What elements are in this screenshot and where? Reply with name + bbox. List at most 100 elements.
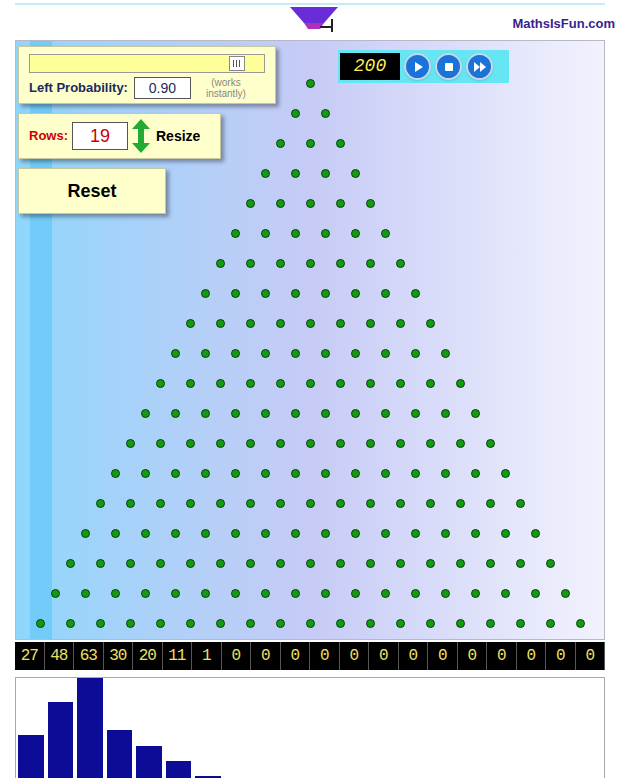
peg [36,619,45,628]
peg [381,589,390,598]
peg [381,469,390,478]
bin-count: 0 [310,642,340,670]
peg [321,409,330,418]
peg [381,349,390,358]
peg [516,559,525,568]
peg [366,559,375,568]
histogram-bar [18,735,44,778]
peg-row [141,409,480,418]
fast-forward-button[interactable] [466,53,493,80]
peg-row [231,229,390,238]
peg [336,199,345,208]
peg [381,289,390,298]
fast-forward-icon [473,61,487,73]
peg [366,439,375,448]
peg [486,439,495,448]
peg [336,319,345,328]
peg [201,289,210,298]
stop-button[interactable] [435,53,462,80]
peg [96,499,105,508]
quincunx-app: MathsIsFun.com Left Probability:0.90(work… [0,0,620,778]
peg [381,229,390,238]
peg [231,409,240,418]
peg [126,499,135,508]
peg [276,499,285,508]
peg [471,529,480,538]
slider-thumb[interactable] [229,56,245,71]
peg [471,469,480,478]
rows-label: Rows: [29,126,68,146]
play-icon [412,61,424,73]
peg [261,289,270,298]
peg-row [261,169,360,178]
peg [291,349,300,358]
peg [246,439,255,448]
peg-row [246,199,375,208]
probability-panel: Left Probability:0.90(works instantly) [18,46,276,104]
peg [171,589,180,598]
probability-input[interactable]: 0.90 [134,77,191,99]
peg [396,379,405,388]
peg [126,439,135,448]
peg [321,229,330,238]
peg [246,619,255,628]
peg [516,619,525,628]
peg [276,619,285,628]
peg [351,349,360,358]
peg [216,319,225,328]
peg [336,259,345,268]
peg-row [96,499,525,508]
peg [336,559,345,568]
peg [336,439,345,448]
peg [261,529,270,538]
ball-counter: 200 [340,53,400,80]
peg [471,589,480,598]
peg [456,559,465,568]
reset-button[interactable]: Reset [18,168,166,214]
peg [486,619,495,628]
peg [411,289,420,298]
play-button[interactable] [404,53,431,80]
bin-count: 0 [340,642,370,670]
peg [231,469,240,478]
bin-count: 63 [74,642,104,670]
peg [441,589,450,598]
peg [201,469,210,478]
peg-row [66,559,555,568]
peg [246,379,255,388]
peg [441,529,450,538]
peg [426,499,435,508]
bin-count: 0 [546,642,576,670]
peg [81,529,90,538]
peg [171,469,180,478]
peg [261,409,270,418]
up-down-arrows-icon[interactable] [132,119,150,153]
resize-button[interactable]: Resize [156,126,200,147]
peg [66,619,75,628]
histogram-bar [107,730,133,778]
peg [276,379,285,388]
bin-count: 0 [251,642,281,670]
peg [456,619,465,628]
peg [426,559,435,568]
peg [246,559,255,568]
peg [516,499,525,508]
peg [51,589,60,598]
brand-link[interactable]: MathsIsFun.com [512,14,615,34]
peg [396,499,405,508]
peg [321,349,330,358]
peg [156,619,165,628]
rows-input[interactable]: 19 [72,122,128,150]
peg [216,379,225,388]
peg [411,589,420,598]
peg [276,199,285,208]
peg [291,469,300,478]
peg [231,349,240,358]
peg [201,529,210,538]
bin-count: 0 [487,642,517,670]
peg [546,619,555,628]
peg [261,349,270,358]
peg [291,229,300,238]
probability-slider[interactable] [29,54,265,73]
peg [306,319,315,328]
